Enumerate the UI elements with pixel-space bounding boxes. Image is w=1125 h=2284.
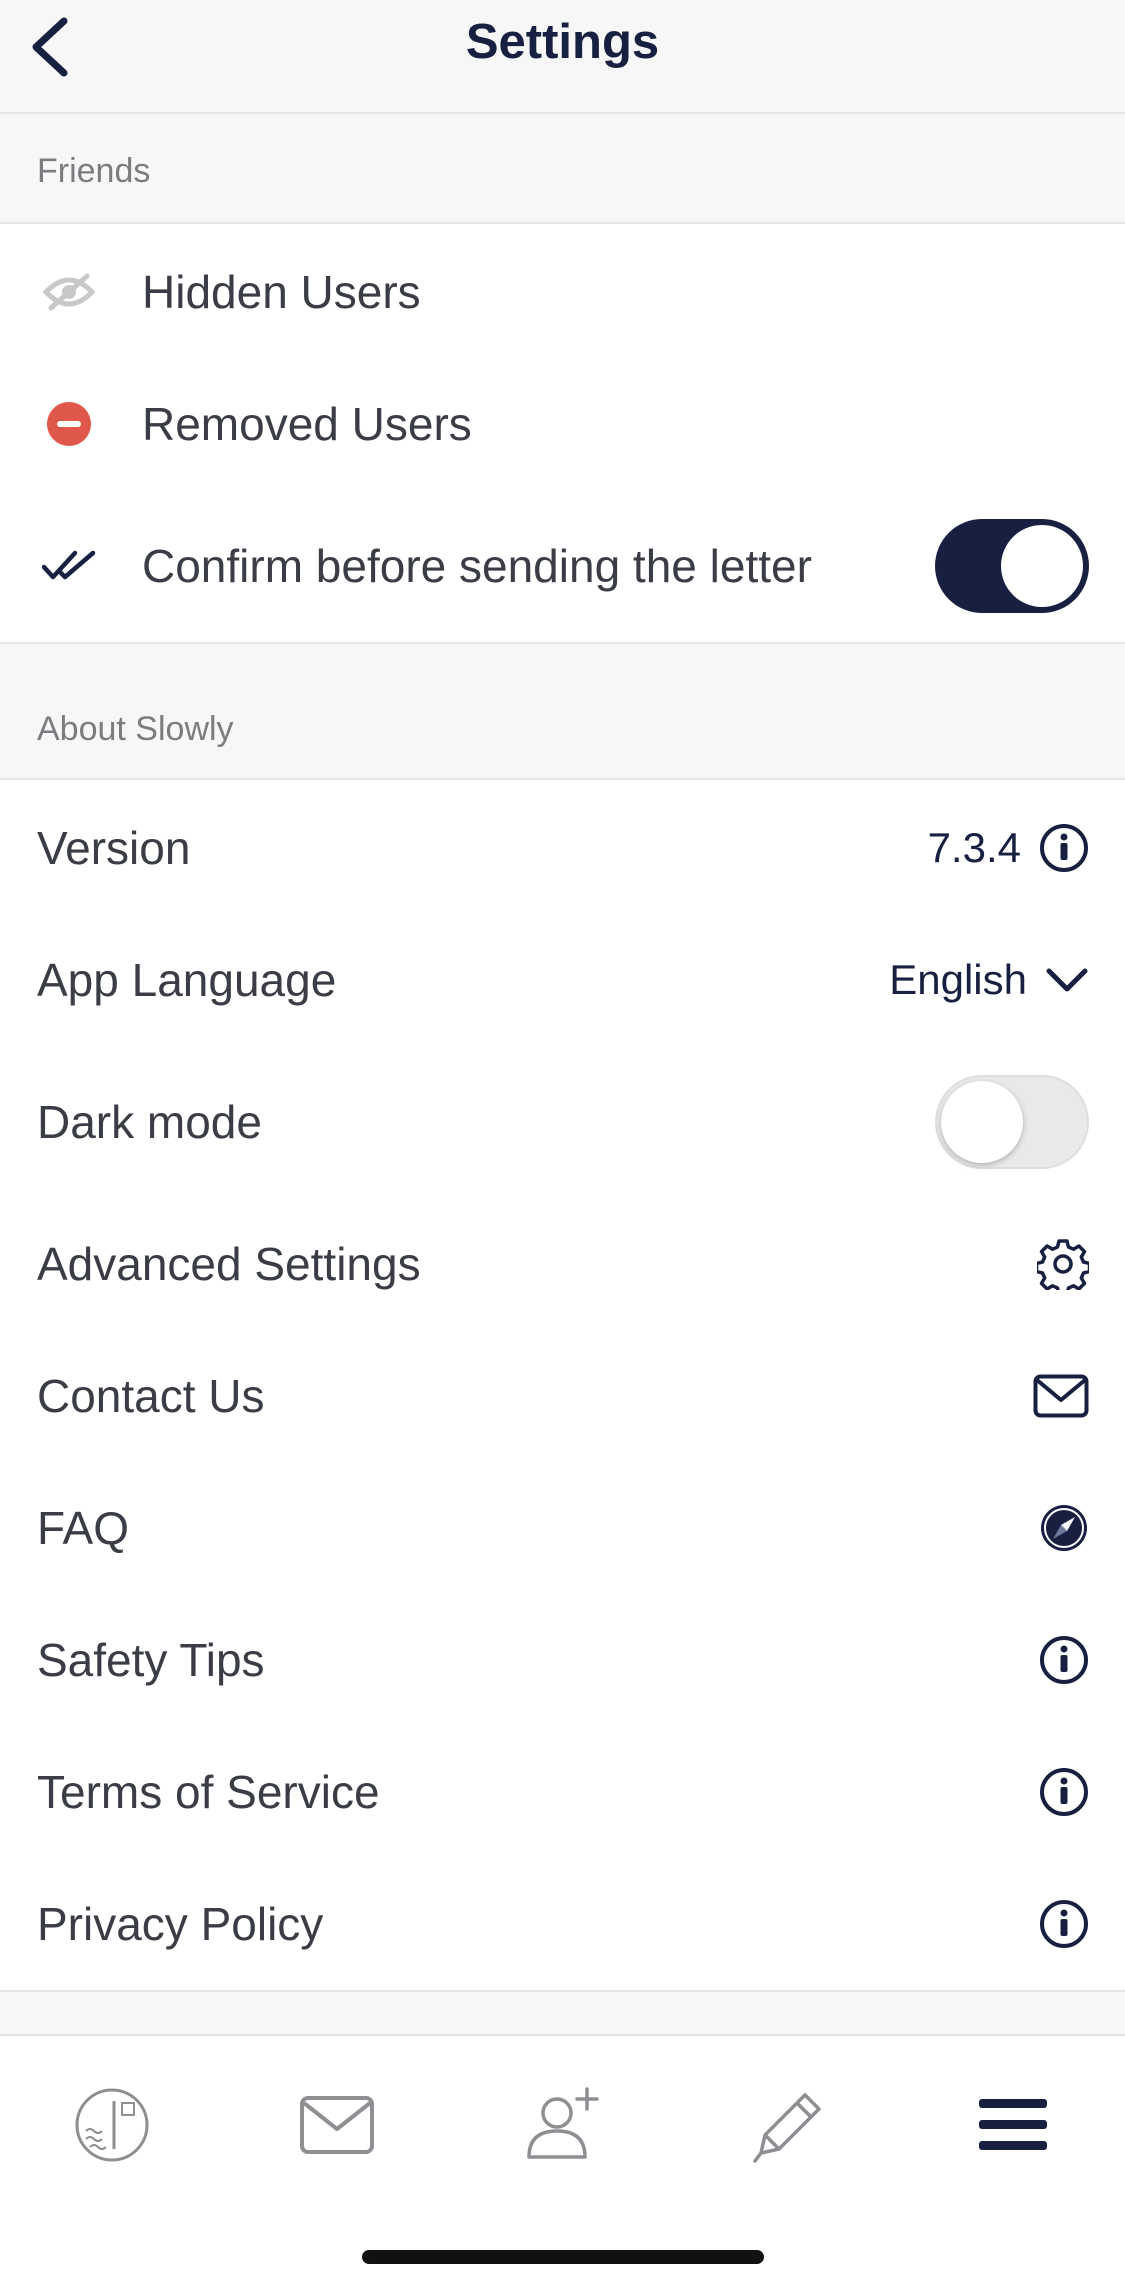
tab-add-friend[interactable]	[508, 2070, 618, 2180]
language-select[interactable]: English	[889, 956, 1089, 1004]
page-title: Settings	[465, 15, 660, 69]
terms-of-service-row[interactable]: Terms of Service	[0, 1726, 1125, 1858]
removed-users-row[interactable]: Removed Users	[0, 358, 1125, 490]
contact-us-row[interactable]: Contact Us	[0, 1330, 1125, 1462]
dark-mode-label: Dark mode	[37, 1096, 262, 1148]
safety-tips-label: Safety Tips	[37, 1634, 265, 1686]
pencil-icon	[753, 2093, 821, 2163]
add-friend-icon	[527, 2087, 599, 2159]
confirm-before-sending-row: Confirm before sending the letter	[0, 500, 1125, 632]
hidden-users-row[interactable]: Hidden Users	[0, 226, 1125, 358]
language-value: English	[889, 956, 1027, 1003]
toggle-knob	[1001, 525, 1083, 607]
terms-of-service-label: Terms of Service	[37, 1766, 380, 1818]
tab-stamps[interactable]	[57, 2070, 167, 2180]
gear-icon	[1037, 1239, 1089, 1290]
chevron-down-icon	[1046, 968, 1088, 992]
hidden-users-label: Hidden Users	[142, 266, 421, 318]
section-header-about: About Slowly	[0, 642, 1125, 780]
stamp-icon	[75, 2088, 149, 2162]
faq-row[interactable]: FAQ	[0, 1462, 1125, 1594]
nav-header: Settings	[0, 0, 1125, 114]
faq-label: FAQ	[37, 1502, 130, 1554]
info-icon	[1040, 1900, 1088, 1948]
contact-us-label: Contact Us	[37, 1370, 265, 1422]
double-check-icon	[38, 535, 100, 597]
version-label: Version	[37, 822, 191, 874]
section-title: About Slowly	[37, 710, 234, 748]
version-value: 7.3.4	[927, 824, 1021, 871]
section-title: Friends	[37, 152, 151, 190]
version-row: Version 7.3.4	[0, 782, 1125, 914]
advanced-settings-row[interactable]: Advanced Settings	[0, 1198, 1125, 1330]
dark-mode-row: Dark mode	[0, 1056, 1125, 1188]
app-language-label: App Language	[37, 954, 337, 1006]
envelope-icon	[300, 2096, 374, 2154]
safety-tips-row[interactable]: Safety Tips	[0, 1594, 1125, 1726]
tab-compose[interactable]	[734, 2070, 844, 2180]
dark-mode-toggle[interactable]	[935, 1075, 1089, 1169]
info-icon[interactable]	[1039, 823, 1089, 873]
info-icon	[1040, 1768, 1088, 1816]
app-language-row[interactable]: App Language English	[0, 914, 1125, 1046]
privacy-policy-label: Privacy Policy	[37, 1898, 324, 1950]
section-footer-band	[0, 1990, 1125, 2034]
privacy-policy-row[interactable]: Privacy Policy	[0, 1858, 1125, 1990]
minus-circle-icon	[38, 393, 100, 455]
eye-slash-icon	[38, 261, 100, 323]
info-icon	[1040, 1636, 1088, 1684]
home-indicator	[362, 2250, 764, 2264]
advanced-settings-label: Advanced Settings	[37, 1238, 421, 1290]
tab-menu[interactable]	[958, 2070, 1068, 2180]
tab-bar	[0, 2034, 1125, 2284]
tab-letters[interactable]	[282, 2070, 392, 2180]
menu-icon	[979, 2099, 1047, 2150]
toggle-knob	[941, 1081, 1023, 1163]
compass-icon	[1041, 1505, 1087, 1551]
envelope-icon	[1033, 1374, 1089, 1418]
confirm-before-sending-label: Confirm before sending the letter	[142, 540, 812, 592]
section-header-friends: Friends	[0, 114, 1125, 224]
removed-users-label: Removed Users	[142, 398, 472, 450]
confirm-before-sending-toggle[interactable]	[935, 519, 1089, 613]
